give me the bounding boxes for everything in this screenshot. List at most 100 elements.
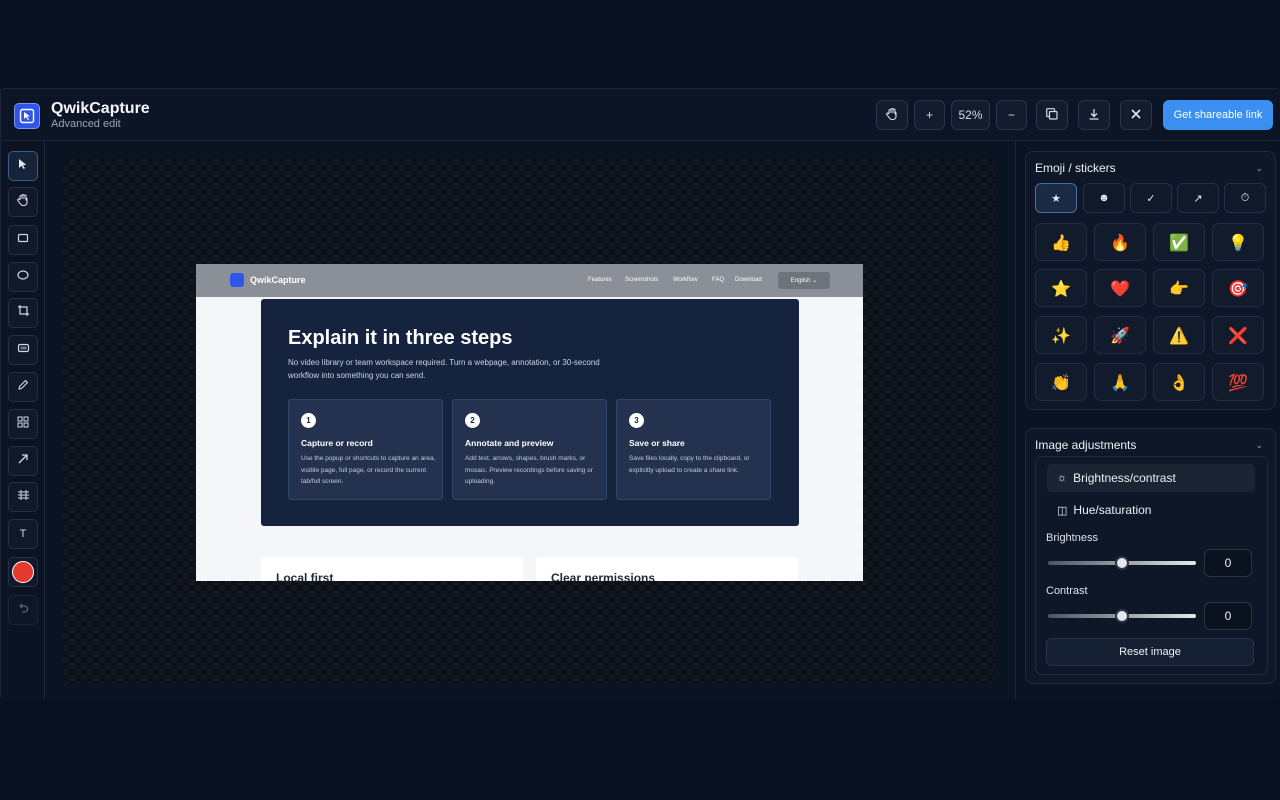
color-swatch[interactable] <box>8 557 38 587</box>
lines-tool[interactable] <box>8 482 38 512</box>
screenshot-nav-link: Download <box>735 277 762 283</box>
brightness-slider-handle[interactable] <box>1115 556 1129 570</box>
screenshot-nav-link: Workflow <box>673 277 698 283</box>
grid-icon <box>17 415 29 433</box>
select-tool[interactable] <box>8 151 38 181</box>
screenshot-navbar: QwikCapture Features Screenshots Workflo… <box>196 264 863 297</box>
emoji-section: Emoji / stickers ⌄ ★ ☻ ✓ ↗ ⏱ 👍 🔥 ✅ 💡 ⭐ ❤… <box>1025 151 1276 410</box>
step-number: 3 <box>629 413 644 428</box>
emoji-rocket[interactable]: 🚀 <box>1094 316 1146 354</box>
emoji-cross-mark[interactable]: ❌ <box>1212 316 1264 354</box>
right-panel: Emoji / stickers ⌄ ★ ☻ ✓ ↗ ⏱ 👍 🔥 ✅ 💡 ⭐ ❤… <box>1015 141 1280 700</box>
tab-brightness-contrast[interactable]: ☼ Brightness/contrast <box>1047 464 1255 492</box>
step-card: 1 Capture or record Use the popup or sho… <box>288 399 443 500</box>
mosaic-tool[interactable] <box>8 409 38 439</box>
screenshot-language-label: English <box>790 277 811 284</box>
emoji-tab-clock[interactable]: ⏱ <box>1224 183 1266 213</box>
top-bar: QwikCapture Advanced edit + 52% − Get sh… <box>1 89 1280 141</box>
tab-hue-saturation[interactable]: ◫ Hue/saturation <box>1047 496 1255 524</box>
text-tool[interactable]: T <box>8 519 38 549</box>
emoji-fire[interactable]: 🔥 <box>1094 223 1146 261</box>
rectangle-icon <box>17 231 29 249</box>
screenshot-nav-link: Features <box>588 277 612 283</box>
share-link-button[interactable]: Get shareable link <box>1163 100 1273 130</box>
emoji-target[interactable]: 🎯 <box>1212 269 1264 307</box>
zoom-level: 52% <box>951 100 990 130</box>
pen-tool[interactable] <box>8 372 38 402</box>
app-subtitle: Advanced edit <box>51 118 121 130</box>
adjustments-section-title: Image adjustments <box>1035 438 1137 452</box>
emoji-section-title: Emoji / stickers <box>1035 161 1116 175</box>
emoji-thumbs-up[interactable]: 👍 <box>1035 223 1087 261</box>
color-dot <box>12 561 34 583</box>
hero-text: No video library or team workspace requi… <box>288 358 600 380</box>
contrast-value-input[interactable]: 0 <box>1204 602 1252 630</box>
chevron-down-icon[interactable]: ⌄ <box>1255 440 1263 451</box>
adjustments-body: ☼ Brightness/contrast ◫ Hue/saturation B… <box>1035 456 1268 675</box>
crop-tool[interactable] <box>8 298 38 328</box>
step-title: Save or share <box>629 438 685 448</box>
emoji-light-bulb[interactable]: 💡 <box>1212 223 1264 261</box>
rectangle-tool[interactable] <box>8 225 38 255</box>
step-text: Save files locally, copy to the clipboar… <box>629 455 750 474</box>
copy-button[interactable] <box>1036 100 1068 130</box>
tab-hue-label: Hue/saturation <box>1073 503 1152 517</box>
close-icon <box>1130 108 1142 123</box>
step-text: Add text, arrows, shapes, brush marks, o… <box>465 455 593 485</box>
arrow-tool[interactable] <box>8 446 38 476</box>
emoji-clapping[interactable]: 👏 <box>1035 363 1087 401</box>
strikethrough-icon <box>17 488 30 506</box>
screenshot-language-select: English ⌄ <box>778 272 830 289</box>
zoom-out-button[interactable]: − <box>996 100 1027 130</box>
arrow-icon <box>17 452 29 470</box>
editor-canvas[interactable]: QwikCapture Features Screenshots Workflo… <box>63 159 996 684</box>
copy-icon <box>1045 107 1059 124</box>
emoji-hundred[interactable]: 💯 <box>1212 363 1264 401</box>
undo-tool[interactable] <box>8 595 38 625</box>
hand-tool[interactable] <box>8 187 38 217</box>
close-button[interactable] <box>1120 100 1152 130</box>
sun-icon: ☼ <box>1057 472 1068 484</box>
brightness-slider[interactable] <box>1048 556 1196 570</box>
step-number: 1 <box>301 413 316 428</box>
download-icon <box>1087 107 1101 124</box>
blur-box-icon <box>17 341 30 359</box>
ellipse-tool[interactable] <box>8 262 38 292</box>
emoji-tab-star[interactable]: ★ <box>1035 183 1077 213</box>
emoji-ok-hand[interactable]: 👌 <box>1153 363 1205 401</box>
app-logo-icon <box>14 103 40 129</box>
emoji-warning[interactable]: ⚠️ <box>1153 316 1205 354</box>
step-card: 3 Save or share Save files locally, copy… <box>616 399 771 500</box>
brightness-label: Brightness <box>1046 532 1098 544</box>
crop-icon <box>17 304 30 322</box>
chevron-down-icon[interactable]: ⌄ <box>1255 163 1263 174</box>
download-button[interactable] <box>1078 100 1110 130</box>
emoji-heart[interactable]: ❤️ <box>1094 269 1146 307</box>
pan-button[interactable] <box>876 100 908 130</box>
contrast-label: Contrast <box>1046 585 1088 597</box>
emoji-sparkles[interactable]: ✨ <box>1035 316 1087 354</box>
contrast-slider[interactable] <box>1048 609 1196 623</box>
emoji-star[interactable]: ⭐ <box>1035 269 1087 307</box>
brightness-value-input[interactable]: 0 <box>1204 549 1252 577</box>
image-adjustments-section: Image adjustments ⌄ ☼ Brightness/contras… <box>1025 428 1276 684</box>
emoji-folded-hands[interactable]: 🙏 <box>1094 363 1146 401</box>
screenshot-hero: Explain it in three steps No video libra… <box>261 299 799 526</box>
emoji-pointing-right[interactable]: 👉 <box>1153 269 1205 307</box>
emoji-check-mark[interactable]: ✅ <box>1153 223 1205 261</box>
hand-icon <box>16 193 30 212</box>
emoji-tab-arrow[interactable]: ↗ <box>1177 183 1219 213</box>
step-number: 2 <box>465 413 480 428</box>
contrast-slider-handle[interactable] <box>1115 609 1129 623</box>
emoji-tab-check[interactable]: ✓ <box>1130 183 1172 213</box>
screenshot-nav-link: FAQ <box>712 277 725 283</box>
blur-tool[interactable] <box>8 335 38 365</box>
step-card: 2 Annotate and preview Add text, arrows,… <box>452 399 607 500</box>
hand-icon <box>885 107 899 124</box>
captured-screenshot[interactable]: QwikCapture Features Screenshots Workflo… <box>196 264 863 581</box>
reset-image-button[interactable]: Reset image <box>1046 638 1254 666</box>
emoji-tab-face[interactable]: ☻ <box>1083 183 1125 213</box>
zoom-in-button[interactable]: + <box>914 100 945 130</box>
cursor-icon <box>17 157 29 175</box>
app-title: QwikCapture <box>51 100 150 117</box>
